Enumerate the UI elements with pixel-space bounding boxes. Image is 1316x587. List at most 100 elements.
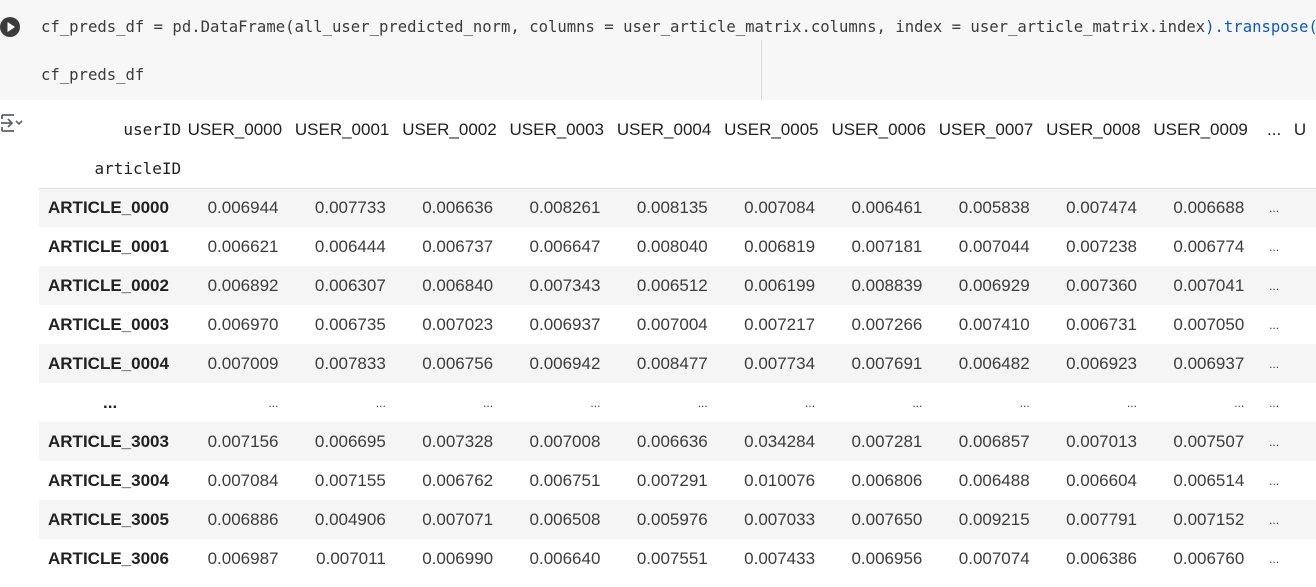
table-cell: 0.006756 bbox=[422, 353, 494, 373]
table-cell: 0.008839 bbox=[851, 275, 923, 295]
cell-divider bbox=[761, 40, 762, 100]
table-cell: ... bbox=[805, 395, 816, 410]
table-cell: 0.007084 bbox=[207, 470, 279, 490]
table-cell: 0.006461 bbox=[851, 197, 923, 217]
header-filler bbox=[181, 149, 1316, 188]
table-cell: 0.006944 bbox=[207, 197, 279, 217]
index-name-row: articleID bbox=[39, 149, 1316, 188]
table-cell: 0.007410 bbox=[958, 314, 1030, 334]
table-cell: 0.008261 bbox=[529, 197, 601, 217]
table-cell: 0.008477 bbox=[636, 353, 708, 373]
table-body: ARTICLE_0000 0.006944 0.007733 0.006636 0.00… bbox=[39, 188, 1316, 578]
row-label: ARTICLE_3005 bbox=[48, 509, 169, 529]
table-cell: ... bbox=[1269, 239, 1280, 254]
column-header: USER_0000 bbox=[187, 119, 283, 139]
table-row: ARTICLE_0000 0.006944 0.007733 0.006636 0.00… bbox=[39, 188, 1316, 227]
table-cell: 0.006942 bbox=[529, 353, 601, 373]
table-cell: 0.006512 bbox=[636, 275, 708, 295]
table-cell: 0.006892 bbox=[207, 275, 279, 295]
table-cell: ... bbox=[1269, 395, 1280, 410]
table-cell: 0.007551 bbox=[636, 548, 708, 568]
table-cell: 0.006636 bbox=[422, 197, 494, 217]
table-cell: 0.010076 bbox=[744, 470, 816, 490]
table-cell: ... bbox=[1019, 395, 1030, 410]
table-cell: 0.006604 bbox=[1066, 470, 1137, 490]
table-cell: 0.006760 bbox=[1173, 548, 1245, 568]
code-line-1-suffix: ).transpose() bbox=[1205, 18, 1316, 36]
code-line-1[interactable]: cf_preds_df = pd.DataFrame(all_user_pred… bbox=[41, 18, 1316, 36]
table-cell: 0.006444 bbox=[314, 236, 386, 256]
table-cell: 0.007071 bbox=[422, 509, 494, 529]
table-cell-cutoff bbox=[1294, 266, 1316, 305]
table-cell: ... bbox=[375, 395, 386, 410]
table-cell: 0.006199 bbox=[744, 275, 816, 295]
table-row: ARTICLE_0001 0.006621 0.006444 0.006737 0.00… bbox=[39, 227, 1316, 266]
table-cell: 0.006386 bbox=[1066, 548, 1137, 568]
table-cell: 0.006762 bbox=[422, 470, 494, 490]
column-header: USER_0002 bbox=[402, 119, 497, 139]
table-row: .................................... bbox=[39, 383, 1316, 422]
table-cell-cutoff bbox=[1294, 539, 1316, 578]
column-header: USER_0003 bbox=[509, 119, 605, 139]
column-header: USER_0007 bbox=[938, 119, 1034, 139]
table-cell: 0.006937 bbox=[529, 314, 601, 334]
row-label: ARTICLE_3003 bbox=[48, 431, 169, 451]
table-cell: ... bbox=[1126, 395, 1137, 410]
table-cell: 0.007152 bbox=[1173, 509, 1245, 529]
table-cell: 0.006937 bbox=[1173, 353, 1245, 373]
table-cell: 0.007004 bbox=[636, 314, 708, 334]
table-cell: 0.007734 bbox=[744, 353, 816, 373]
column-header: USER_0004 bbox=[616, 119, 712, 139]
table-cell: 0.007074 bbox=[958, 548, 1030, 568]
column-header: USER_0001 bbox=[294, 119, 390, 139]
table-cell: 0.006840 bbox=[422, 275, 494, 295]
column-header: USER_0008 bbox=[1046, 119, 1141, 139]
table-cell: 0.007328 bbox=[422, 431, 494, 451]
columns-name-label: userID bbox=[123, 120, 182, 139]
table-cell: 0.006737 bbox=[422, 236, 494, 256]
table-cell: ... bbox=[1269, 356, 1280, 371]
table-row: ARTICLE_3003 0.007156 0.006695 0.007328 0.00… bbox=[39, 422, 1316, 461]
table-cell: 0.007343 bbox=[529, 275, 601, 295]
column-header: USER_0006 bbox=[831, 119, 926, 139]
table-cell: ... bbox=[1269, 473, 1280, 488]
table-cell: 0.007013 bbox=[1066, 431, 1137, 451]
table-row: ARTICLE_0002 0.006892 0.006307 0.006840 0.00… bbox=[39, 266, 1316, 305]
table-cell: 0.007433 bbox=[744, 548, 816, 568]
table-cell: ... bbox=[483, 395, 494, 410]
table-cell: 0.006990 bbox=[422, 548, 494, 568]
code-line-2[interactable]: cf_preds_df bbox=[41, 66, 144, 84]
output-menu-icon[interactable] bbox=[0, 112, 24, 134]
table-cell: 0.007023 bbox=[422, 314, 494, 334]
table-cell-cutoff bbox=[1294, 344, 1316, 383]
table-cell: 0.007238 bbox=[1066, 236, 1137, 256]
table-cell: 0.006621 bbox=[207, 236, 279, 256]
table-cell: 0.007266 bbox=[851, 314, 923, 334]
table-cell: 0.006514 bbox=[1173, 470, 1245, 490]
table-cell: ... bbox=[1269, 551, 1280, 566]
table-row: ARTICLE_3005 0.006886 0.004906 0.007071 0.00… bbox=[39, 500, 1316, 539]
table-cell: 0.004906 bbox=[314, 509, 386, 529]
table-cell: 0.006929 bbox=[958, 275, 1030, 295]
table-cell: 0.007281 bbox=[851, 431, 923, 451]
table-row: ARTICLE_0003 0.006970 0.006735 0.007023 0.00… bbox=[39, 305, 1316, 344]
table-cell: 0.006688 bbox=[1173, 197, 1245, 217]
table-cell: 0.007009 bbox=[207, 353, 279, 373]
dataframe-table: userID USER_0000 USER_0001 USER_0002 USER_0… bbox=[39, 110, 1316, 578]
table-cell: 0.007733 bbox=[314, 197, 386, 217]
table-cell: 0.006923 bbox=[1066, 353, 1137, 373]
table-cell: 0.007008 bbox=[529, 431, 601, 451]
table-cell: 0.007181 bbox=[851, 236, 923, 256]
table-cell: 0.006482 bbox=[958, 353, 1030, 373]
table-cell: 0.006647 bbox=[529, 236, 601, 256]
table-row: ARTICLE_3004 0.007084 0.007155 0.006762 0.00… bbox=[39, 461, 1316, 500]
table-cell-cutoff bbox=[1294, 422, 1316, 461]
row-label: ARTICLE_3006 bbox=[48, 548, 169, 568]
table-cell: 0.006695 bbox=[314, 431, 386, 451]
table-cell: 0.005976 bbox=[636, 509, 708, 529]
table-cell: ... bbox=[697, 395, 708, 410]
code-cell[interactable]: cf_preds_df = pd.DataFrame(all_user_pred… bbox=[0, 0, 1316, 100]
run-cell-button[interactable] bbox=[0, 17, 20, 37]
table-cell: 0.005838 bbox=[958, 197, 1030, 217]
table-cell: 0.006970 bbox=[207, 314, 279, 334]
